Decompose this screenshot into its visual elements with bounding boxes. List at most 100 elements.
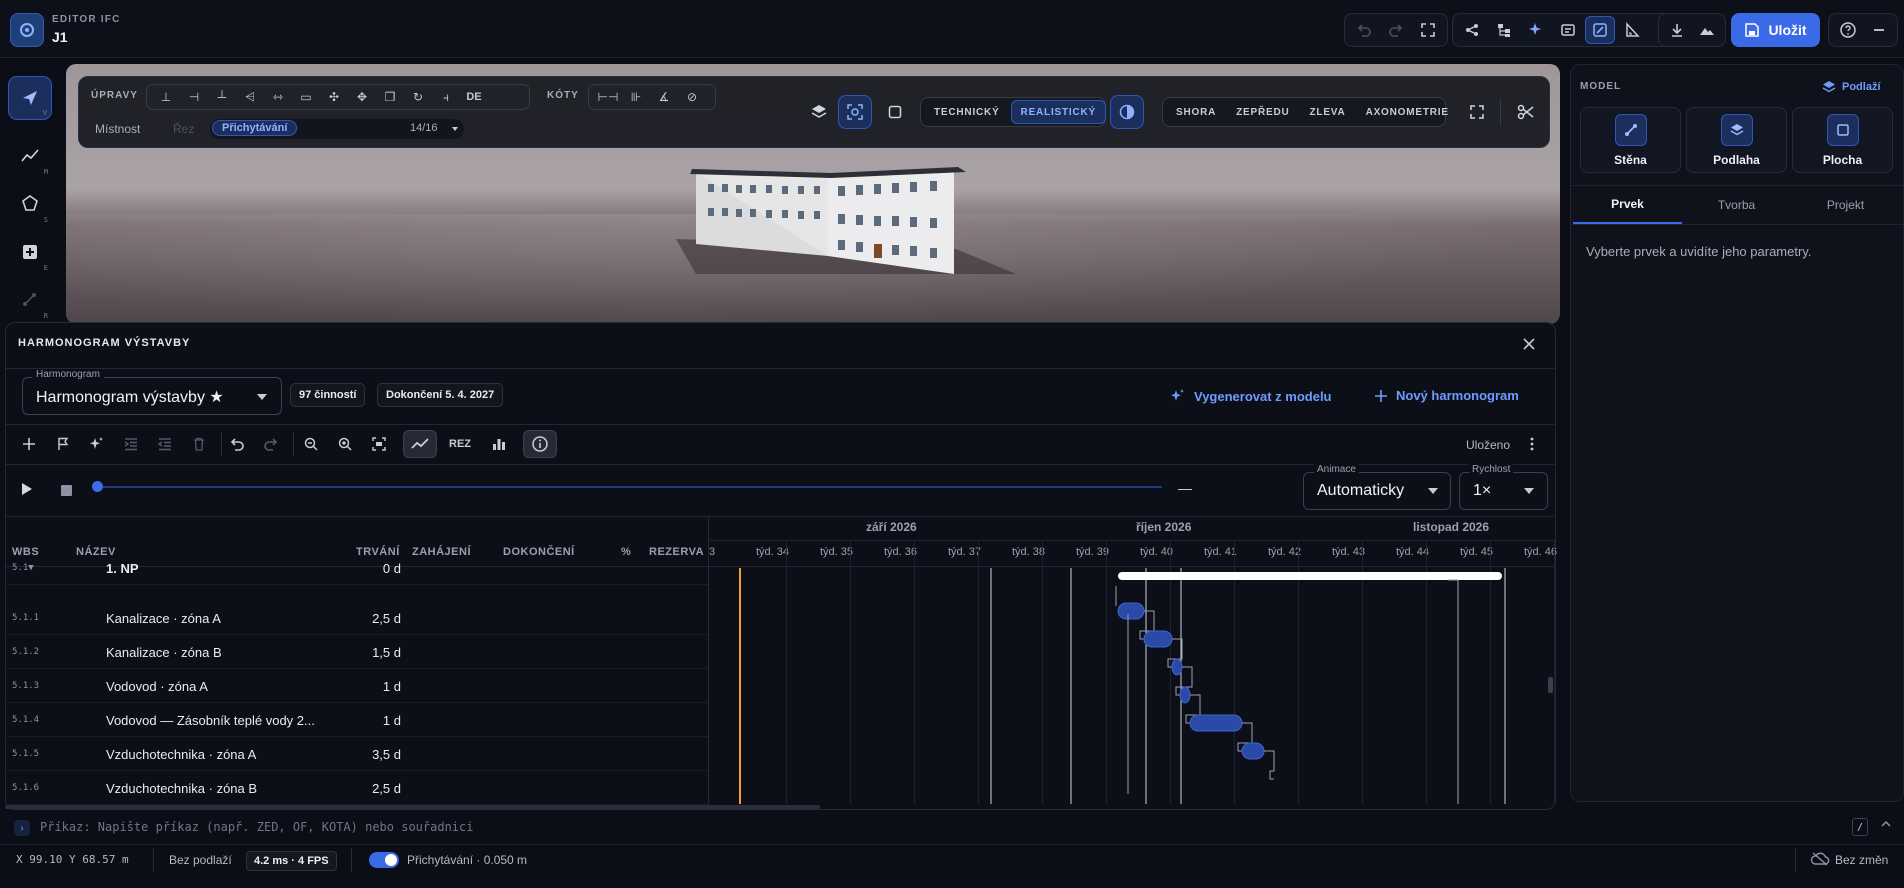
help-icon[interactable] (1833, 16, 1862, 44)
col-duration[interactable]: TRVÁNÍ (356, 546, 400, 558)
add-task-icon[interactable] (15, 430, 43, 458)
more-vertical-icon[interactable] (1518, 430, 1546, 458)
create-area-card[interactable]: Plocha (1792, 107, 1893, 173)
table-row[interactable]: 5.1.3 Vodovod · zóna A 1 d (5, 669, 708, 703)
ai-sparkle-icon[interactable] (83, 430, 111, 458)
scissors-icon[interactable] (1509, 95, 1543, 129)
building-model[interactable] (616, 164, 1076, 294)
ai-sparkle-icon[interactable] (1521, 16, 1551, 44)
col-percent[interactable]: % (621, 546, 631, 558)
outdent-icon[interactable] (151, 430, 179, 458)
focus-icon[interactable] (838, 95, 872, 129)
chain-dim-icon[interactable]: ⊪ (623, 86, 649, 108)
tab-project[interactable]: Projekt (1791, 186, 1900, 224)
box-toggle-icon[interactable] (878, 95, 912, 129)
fullscreen-icon[interactable] (1460, 95, 1494, 129)
chevron-up-icon[interactable] (1880, 818, 1892, 833)
transform-icon[interactable]: ✣ (321, 86, 347, 108)
table-row[interactable]: 5.1.4 Vodovod — Zásobník teplé vody 2... 1… (5, 703, 708, 737)
milestone-flag-icon[interactable] (49, 430, 77, 458)
radius-dim-icon[interactable]: ⊘ (679, 86, 705, 108)
linear-dim-icon[interactable]: ⊢⊣ (595, 86, 621, 108)
view-front[interactable]: ZEPŘEDU (1227, 100, 1298, 124)
measure-icon[interactable] (1617, 16, 1647, 44)
polyline-tool[interactable]: M (8, 134, 52, 178)
zoom-in-icon[interactable] (331, 430, 359, 458)
col-float[interactable]: REZERVA (649, 546, 704, 558)
mirror-icon[interactable]: ⇿ (265, 86, 291, 108)
undo-icon[interactable] (223, 430, 251, 458)
col-name[interactable]: NÁZEV (76, 546, 116, 558)
tab-create[interactable]: Tvorba (1682, 186, 1791, 224)
play-icon[interactable] (21, 482, 33, 499)
align-right-icon[interactable]: ⊣ (181, 86, 207, 108)
snap-pill[interactable]: Přichytávání (212, 120, 298, 136)
render-realistic[interactable]: REALISTICKÝ (1010, 100, 1107, 124)
section-button[interactable]: REZ (443, 430, 477, 458)
critical-path-icon[interactable] (403, 430, 437, 458)
align-bottom-icon[interactable]: ⊥ (153, 86, 179, 108)
align-left-icon[interactable]: ⫞ (433, 86, 459, 108)
vertical-scrollbar[interactable] (1548, 677, 1553, 693)
save-button[interactable]: Uložit (1731, 13, 1820, 47)
col-finish[interactable]: DOKONČENÍ (503, 546, 575, 558)
snap-toggle[interactable] (369, 852, 399, 868)
snap-control[interactable]: Přichytávání 14/16 (210, 119, 464, 139)
minus-icon[interactable] (1864, 16, 1893, 44)
indent-icon[interactable] (117, 430, 145, 458)
share-icon[interactable] (1457, 16, 1487, 44)
copy-icon[interactable]: ❐ (377, 86, 403, 108)
layers-icon[interactable] (802, 95, 836, 129)
distribute-icon[interactable]: ⩤ (237, 86, 263, 108)
add-element-tool[interactable]: E (8, 230, 52, 274)
table-row[interactable]: 5.1.2 Kanalizace · zóna B 1,5 d (5, 635, 708, 669)
view-left[interactable]: ZLEVA (1301, 100, 1355, 124)
angle-dim-icon[interactable]: ∡ (651, 86, 677, 108)
section-toggle[interactable]: Řez (173, 122, 194, 136)
stop-icon[interactable] (61, 485, 72, 496)
render-technical[interactable]: TECHNICKÝ (925, 100, 1009, 124)
zoom-out-icon[interactable] (297, 430, 325, 458)
table-row[interactable]: 5.1▼ 1. NP 0 d (5, 559, 708, 585)
tab-element[interactable]: Prvek (1573, 186, 1682, 224)
info-icon[interactable] (523, 430, 557, 458)
timeline-track[interactable] (97, 486, 1162, 488)
rotate-icon[interactable]: ↻ (405, 86, 431, 108)
table-row[interactable]: 5.1.6 Vzduchotechnika · zóna B 2,5 d (5, 771, 708, 805)
command-input[interactable]: Příkaz: Napište příkaz (např. ZED, OF, K… (40, 820, 473, 834)
fit-view-icon[interactable] (1413, 16, 1443, 44)
col-start[interactable]: ZAHÁJENÍ (412, 546, 471, 558)
new-schedule-button[interactable]: Nový harmonogram (1374, 388, 1519, 403)
terrain-icon[interactable] (1693, 16, 1721, 44)
generate-from-model-button[interactable]: Vygenerovat z modelu (1170, 388, 1332, 404)
move-icon[interactable]: ✥ (349, 86, 375, 108)
align-center-icon[interactable]: ┴ (209, 86, 235, 108)
room-toggle[interactable]: Místnost (95, 122, 140, 136)
schedule-icon[interactable] (1585, 16, 1615, 44)
select-tool[interactable]: V (8, 76, 52, 120)
gantt-bars[interactable] (708, 546, 1556, 806)
contrast-icon[interactable] (1110, 95, 1144, 129)
array-icon[interactable]: ▭ (293, 86, 319, 108)
create-wall-card[interactable]: Stěna (1580, 107, 1681, 173)
redo-icon[interactable] (257, 430, 285, 458)
download-icon[interactable] (1663, 16, 1691, 44)
network-tool[interactable]: R (8, 278, 52, 322)
col-wbs[interactable]: WBS (12, 546, 39, 558)
view-top[interactable]: SHORA (1167, 100, 1225, 124)
view-axonometric[interactable]: AXONOMETRIE (1357, 100, 1458, 124)
bar-chart-icon[interactable] (485, 430, 513, 458)
timeline-knob[interactable] (92, 481, 103, 492)
delete-icon[interactable] (185, 430, 213, 458)
panel-icon[interactable] (1553, 16, 1583, 44)
table-row[interactable]: 5.1.1 Kanalizace · zóna A 2,5 d (5, 601, 708, 635)
horizontal-scrollbar[interactable] (5, 805, 820, 809)
fit-timeline-icon[interactable] (365, 430, 393, 458)
de-tool[interactable]: DE (461, 86, 487, 108)
close-icon[interactable] (1519, 334, 1539, 354)
floor-link[interactable]: Podlaží (1822, 80, 1881, 94)
redo-icon[interactable] (1381, 16, 1411, 44)
hierarchy-icon[interactable] (1489, 16, 1519, 44)
undo-icon[interactable] (1349, 16, 1379, 44)
create-floor-card[interactable]: Podlaha (1686, 107, 1787, 173)
